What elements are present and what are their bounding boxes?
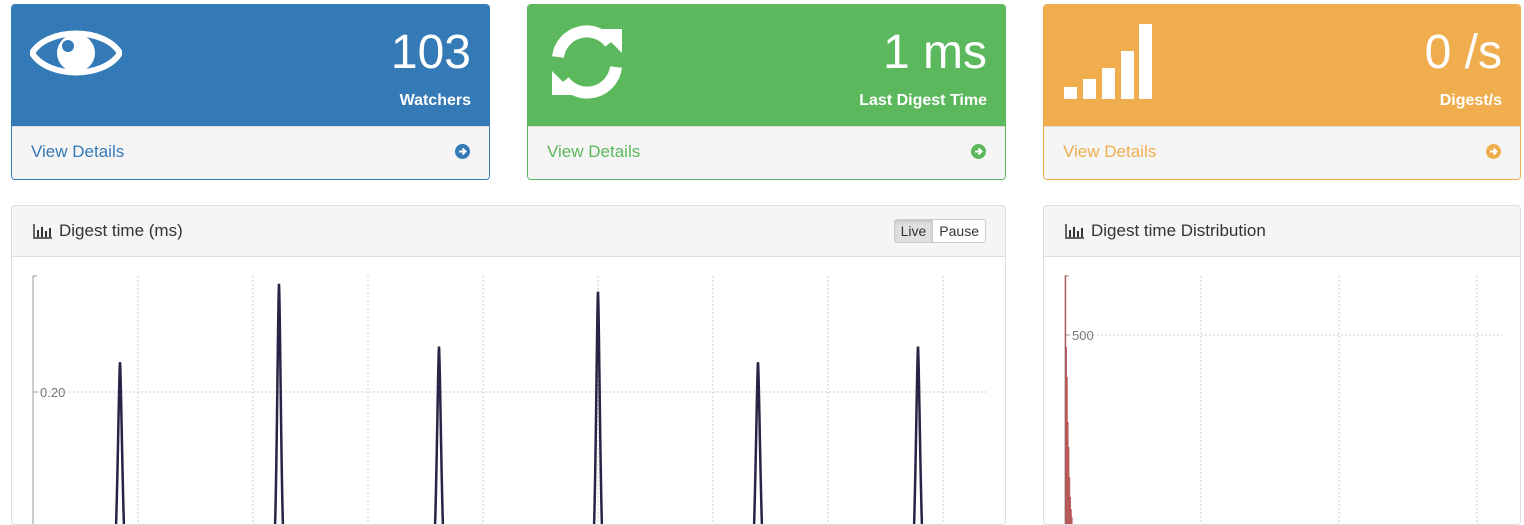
watchers-view-details-link[interactable]: View Details <box>31 142 124 162</box>
digest-time-view-details-link[interactable]: View Details <box>547 142 640 162</box>
last-digest-time-label: Last Digest Time <box>859 92 987 109</box>
watchers-label: Watchers <box>399 92 471 109</box>
digest-rate-footer[interactable]: View Details <box>1044 126 1520 179</box>
digest-time-chart-panel: Digest time (ms) Live Pause 0.20 <box>11 205 1006 525</box>
digest-distribution-chart-heading: Digest time Distribution <box>1044 206 1520 257</box>
arrow-circle-right-icon[interactable] <box>1486 144 1501 159</box>
digest-time-footer[interactable]: View Details <box>528 126 1005 179</box>
spike-mark <box>114 362 126 524</box>
spike-mark <box>433 346 445 524</box>
digest-distribution-chart-panel: Digest time Distribution 500 <box>1043 205 1521 525</box>
live-pause-toggle[interactable]: Live Pause <box>893 219 986 243</box>
watchers-panel: 103 Watchers View Details <box>11 4 490 180</box>
eye-icon <box>30 30 122 76</box>
distribution-series <box>1065 275 1073 524</box>
watchers-footer[interactable]: View Details <box>12 126 489 179</box>
digest-time-panel: 1 ms Last Digest Time View Details <box>527 4 1006 180</box>
digest-rate-panel-heading: 0 /s Digest/s <box>1044 5 1520 127</box>
watchers-panel-heading: 103 Watchers <box>12 5 489 127</box>
bar-chart-icon <box>33 224 52 239</box>
watchers-count: 103 <box>390 26 471 79</box>
y-tick-label: 500 <box>1072 328 1094 343</box>
digest-time-panel-heading: 1 ms Last Digest Time <box>528 5 1005 127</box>
digest-rate-value: 0 /s <box>1424 26 1502 79</box>
bar-chart-icon <box>1065 224 1084 239</box>
digest-rate-panel: 0 /s Digest/s View Details <box>1043 4 1521 180</box>
digest-rate-label: Digest/s <box>1439 92 1502 109</box>
digest-rate-view-details-link[interactable]: View Details <box>1063 142 1156 162</box>
spike-mark <box>752 362 764 524</box>
histogram-bar <box>1071 517 1073 524</box>
digest-distribution-histogram: 500 <box>1064 275 1502 524</box>
digest-series <box>114 283 924 524</box>
digest-time-chart-title: Digest time (ms) <box>59 221 183 240</box>
digest-distribution-chart-title: Digest time Distribution <box>1091 221 1266 240</box>
digest-time-line-chart: 0.20 <box>32 275 987 524</box>
digest-time-chart-heading: Digest time (ms) Live Pause <box>12 206 1005 257</box>
spike-mark <box>912 346 924 524</box>
last-digest-time-value: 1 ms <box>882 26 987 79</box>
arrow-circle-right-icon[interactable] <box>971 144 986 159</box>
refresh-icon <box>552 25 622 99</box>
y-tick-label: 0.20 <box>40 385 65 400</box>
signal-icon <box>1064 24 1152 99</box>
live-button[interactable]: Live <box>893 219 934 243</box>
arrow-circle-right-icon[interactable] <box>455 144 470 159</box>
pause-button[interactable]: Pause <box>933 219 986 243</box>
spike-mark <box>273 283 285 524</box>
